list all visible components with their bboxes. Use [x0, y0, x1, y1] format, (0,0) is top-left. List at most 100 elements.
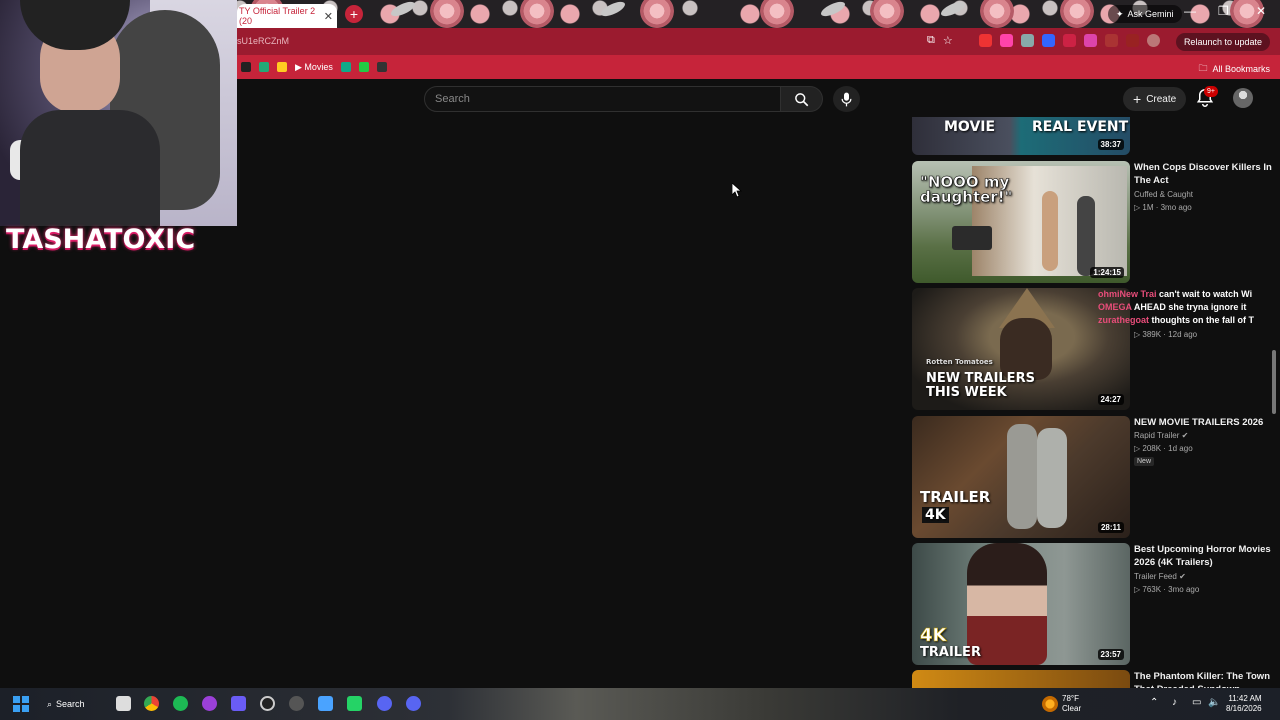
weather-temp: 78°F	[1062, 694, 1079, 703]
spotify-icon[interactable]	[173, 696, 188, 711]
address-bar: sU1eRCZnM ⧉ ☆ Relaunch to update	[237, 28, 1280, 55]
bookmark-star-icon[interactable]: ☆	[943, 34, 953, 47]
install-app-icon[interactable]: ⧉	[927, 34, 935, 47]
extension-icon[interactable]	[1104, 34, 1118, 47]
chat-user: ohmiNew Trai	[1098, 289, 1157, 299]
app-icon[interactable]	[260, 696, 275, 711]
page-scrollbar[interactable]	[1272, 350, 1276, 414]
decor-rose	[1060, 0, 1094, 28]
decor-leaf	[389, 0, 417, 20]
clock-date: 8/16/2026	[1226, 704, 1262, 713]
video-title[interactable]: Best Upcoming Horror Movies 2026 (4K Tra…	[1134, 543, 1274, 569]
video-item[interactable]: The Phantom Killer: The Town That Dreade…	[912, 670, 1272, 688]
extension-icon[interactable]	[1020, 34, 1034, 47]
app-icon[interactable]	[347, 696, 362, 711]
video-meta: ▷ 1M · 3mo ago	[1134, 203, 1192, 212]
decor-rose	[760, 0, 794, 28]
video-thumbnail[interactable]	[912, 670, 1130, 688]
video-title[interactable]: The Phantom Killer: The Town That Dreade…	[1134, 670, 1274, 688]
video-thumbnail[interactable]: 4K TRAILER 23:57	[912, 543, 1130, 665]
video-thumbnail[interactable]: TRAILER 4K 28:11	[912, 416, 1130, 538]
verified-icon: ✔	[1181, 431, 1189, 440]
taskbar-clock[interactable]: 11:42 AM 8/16/2026	[1226, 694, 1262, 714]
maximize-icon[interactable]: ❐	[1218, 4, 1229, 18]
volume-icon[interactable]: 🔈	[1208, 697, 1220, 708]
video-stats: 208K · 1d ago	[1142, 444, 1193, 453]
extension-icon[interactable]	[1041, 34, 1055, 47]
video-item[interactable]: TRAILER 4K 28:11 NEW MOVIE TRAILERS 2026…	[912, 416, 1272, 538]
url-field[interactable]: sU1eRCZnM	[237, 36, 289, 46]
clock-time: 11:42 AM	[1228, 694, 1262, 703]
bookmark-icon[interactable]	[259, 62, 269, 72]
channel-name[interactable]: Cuffed & Caught	[1134, 190, 1193, 199]
channel-name[interactable]: Rapid Trailer ✔	[1134, 431, 1188, 440]
video-stats: 1M · 3mo ago	[1142, 203, 1192, 212]
chrome-icon[interactable]	[144, 696, 159, 711]
search-button[interactable]	[781, 86, 823, 112]
app-icon[interactable]	[202, 696, 217, 711]
video-meta: ▷ 208K · 1d ago	[1134, 444, 1193, 453]
decor-rose	[640, 0, 674, 28]
video-thumbnail[interactable]: "NOOO my daughter!" 1:24:15	[912, 161, 1130, 283]
video-title[interactable]: When Cops Discover Killers In The Act	[1134, 161, 1274, 187]
tab-close-icon[interactable]: ✕	[324, 10, 333, 23]
all-bookmarks-button[interactable]: 🗀 All Bookmarks	[1198, 61, 1270, 77]
bookmark-icon[interactable]	[340, 62, 351, 72]
decor-rose	[980, 0, 1014, 28]
video-item[interactable]: "NOOO my daughter!" 1:24:15 When Cops Di…	[912, 161, 1272, 283]
profile-icon[interactable]	[1146, 34, 1160, 47]
discord-icon[interactable]	[377, 696, 392, 711]
weather-widget[interactable]: 78°F Clear	[1062, 694, 1081, 714]
bookmarks-bar: ▶ Movies 🗀 All Bookmarks	[237, 55, 1280, 79]
create-button[interactable]: + Create	[1123, 87, 1187, 111]
new-tab-button[interactable]: +	[345, 5, 363, 23]
stream-chat-overlay: ohmiNew Trai can't wait to watch Wi OMEG…	[1098, 288, 1280, 327]
extension-icon[interactable]	[999, 34, 1013, 47]
extension-icon[interactable]	[978, 34, 992, 47]
extension-icon[interactable]	[1062, 34, 1076, 47]
video-title[interactable]: NEW MOVIE TRAILERS 2026	[1134, 416, 1274, 429]
voice-search-button[interactable]	[833, 86, 860, 112]
thumbnail-text: MOVIE	[944, 119, 996, 135]
windows-start-icon[interactable]	[13, 696, 29, 712]
bookmark-icon[interactable]	[277, 62, 287, 72]
chat-line: OMEGA AHEAD she tryna ignore it	[1098, 301, 1280, 314]
ask-gemini-button[interactable]: ✦ Ask Gemini	[1108, 5, 1182, 23]
plus-icon: +	[1133, 91, 1142, 107]
bookmark-icon[interactable]	[358, 62, 369, 72]
video-item[interactable]: 4K TRAILER 23:57 Best Upcoming Horror Mo…	[912, 543, 1272, 665]
obs-icon[interactable]	[289, 696, 304, 711]
search-icon: ⌕	[47, 698, 53, 709]
verified-icon: ✔	[1179, 572, 1186, 581]
chat-line: zurathegoat thoughts on the fall of T	[1098, 314, 1280, 327]
create-label: Create	[1146, 93, 1177, 105]
microphone-icon[interactable]: ♪	[1172, 697, 1177, 708]
display-icon[interactable]: ▭	[1192, 697, 1201, 708]
video-meta: ▷ 389K · 12d ago	[1134, 330, 1198, 339]
extension-icon[interactable]	[1083, 34, 1097, 47]
search-input[interactable]: Search	[424, 86, 781, 112]
taskbar-search[interactable]: ⌕ Search	[47, 695, 107, 713]
discord-icon[interactable]	[406, 696, 421, 711]
bookmark-movies[interactable]: ▶ Movies	[295, 62, 333, 73]
thumbnail-text: REAL EVENT	[1032, 119, 1129, 135]
tray-chevron-icon[interactable]: ⌃	[1150, 697, 1158, 708]
relaunch-button[interactable]: Relaunch to update	[1175, 33, 1270, 51]
extension-icon[interactable]	[1125, 34, 1139, 47]
thumbnail-brand: Rotten Tomatoes	[926, 358, 993, 366]
bookmark-icon[interactable]	[376, 62, 387, 72]
video-thumbnail[interactable]: MOVIE REAL EVENT 38:37	[912, 117, 1130, 155]
task-view-icon[interactable]	[116, 696, 131, 711]
bookmark-icon[interactable]	[241, 62, 251, 72]
minimize-icon[interactable]: —	[1184, 4, 1196, 18]
video-item[interactable]: MOVIE REAL EVENT 38:37	[912, 117, 1272, 155]
channel-name[interactable]: Trailer Feed ✔	[1134, 572, 1186, 581]
folder-icon: 🗀	[1198, 63, 1208, 73]
app-icon[interactable]	[231, 696, 246, 711]
account-avatar[interactable]	[1233, 88, 1253, 108]
decor-rose	[430, 0, 464, 28]
close-window-icon[interactable]: ✕	[1256, 4, 1266, 18]
browser-tab-active[interactable]: TY Official Trailer 2 (20 ✕	[237, 4, 337, 28]
all-bookmarks-label: All Bookmarks	[1212, 64, 1270, 74]
notepad-icon[interactable]	[318, 696, 333, 711]
